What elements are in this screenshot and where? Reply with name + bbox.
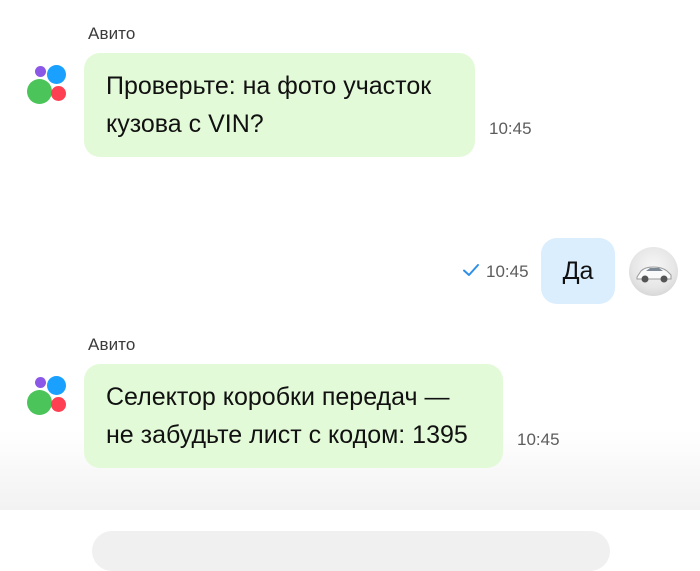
composer-bar <box>0 510 700 571</box>
avito-logo-icon[interactable] <box>27 65 71 109</box>
message-time: 10:45 <box>517 430 560 449</box>
message-line: не забудьте лист с кодом: 1395 <box>106 421 468 449</box>
outgoing-message-bubble[interactable]: Да <box>541 238 615 304</box>
incoming-message-bubble[interactable]: Селектор коробки передач — не забудьте л… <box>84 364 503 468</box>
message-line: Проверьте: на фото участок <box>106 72 432 100</box>
message-input[interactable] <box>92 531 610 571</box>
user-photo-avatar[interactable] <box>629 247 678 296</box>
avito-logo-icon[interactable] <box>27 376 71 420</box>
sender-name: Авито <box>88 24 136 43</box>
car-photo-icon <box>636 266 672 283</box>
message-time: 10:45 <box>486 262 529 281</box>
message-line: Селектор коробки передач — <box>106 383 450 411</box>
chat-history[interactable]: Авито Проверьте: на фото участок кузова … <box>0 0 700 510</box>
sender-name: Авито <box>88 335 136 354</box>
message-time: 10:45 <box>489 119 532 138</box>
checkmark-icon <box>463 264 479 276</box>
incoming-message-bubble[interactable]: Проверьте: на фото участок кузова с VIN? <box>84 53 475 157</box>
message-line: кузова с VIN? <box>106 110 264 138</box>
message-text: Да <box>562 257 594 285</box>
